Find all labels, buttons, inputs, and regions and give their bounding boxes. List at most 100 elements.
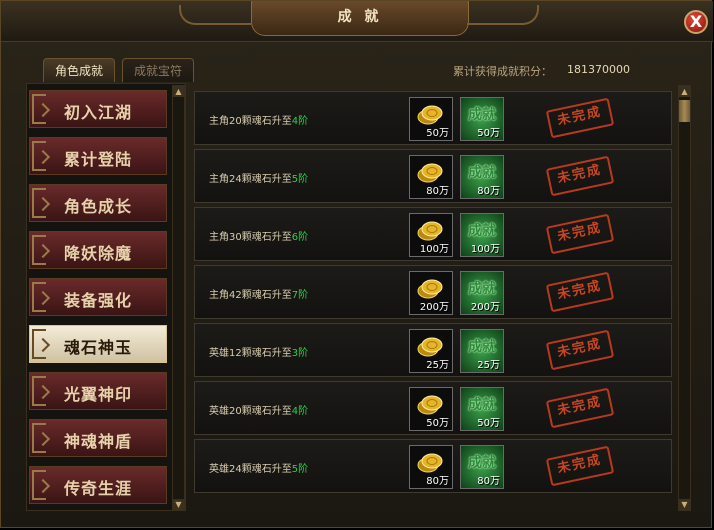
achievement-points-amount: 50万 [477,128,500,139]
gold-reward-slot[interactable]: 100万 [409,213,453,257]
category-item[interactable]: 装备强化 [29,278,167,316]
achievement-points-icon: 成就 [468,339,496,355]
achievement-points-slot[interactable]: 成就 200万 [460,271,504,315]
category-item[interactable]: 神魂神盾 [29,419,167,457]
achievement-points-slot[interactable]: 成就 25万 [460,329,504,373]
achievement-description: 主角42颗魂石升至7阶 [209,286,308,301]
achievement-points-amount: 80万 [477,186,500,197]
achievement-window: 成 就 X 角色成就 成就宝符 累计获得成就积分： 181370000 初入江湖… [0,0,713,528]
category-label: 魂石神玉 [64,338,133,357]
achievement-text: 主角42颗魂石升至 [209,290,292,301]
achievement-level: 3阶 [291,348,309,359]
category-label: 装备强化 [64,291,133,310]
achievement-description: 英雄20颗魂石升至4阶 [209,402,308,417]
gold-coin-icon [417,103,445,125]
achievement-level: 4阶 [291,406,309,417]
category-item[interactable]: 传奇生涯 [29,466,167,504]
category-label: 初入江湖 [64,103,133,122]
category-label: 角色成长 [64,197,133,216]
achievement-row: 主角30颗魂石升至6阶 100万 成就 100万 未完成 [194,207,672,261]
bracket-arrow-icon [32,235,46,265]
category-item[interactable]: 魂石神玉 [29,325,167,363]
scroll-up-icon[interactable]: ▲ [173,86,184,97]
achievement-points-icon: 成就 [468,281,496,297]
scroll-up-icon[interactable]: ▲ [679,86,690,97]
achievement-level: 7阶 [291,290,309,301]
score-value: 181370000 [567,63,630,76]
gold-coin-icon [417,277,445,299]
status-stamp: 未完成 [545,271,615,313]
achievement-points-icon: 成就 [468,223,496,239]
bracket-arrow-icon [32,282,46,312]
scroll-down-icon[interactable]: ▼ [679,499,690,510]
category-item[interactable]: 角色成长 [29,184,167,222]
achievement-row: 主角20颗魂石升至4阶 50万 成就 50万 未完成 [194,91,672,145]
category-item[interactable]: 初入江湖 [29,90,167,128]
achievement-row: 英雄24颗魂石升至5阶 80万 成就 80万 未完成 [194,439,672,493]
achievement-row: 英雄20颗魂石升至4阶 50万 成就 50万 未完成 [194,381,672,435]
achievement-text: 主角30颗魂石升至 [209,232,292,243]
achievement-description: 主角30颗魂石升至6阶 [209,228,308,243]
gold-amount: 200万 [419,302,449,313]
status-stamp: 未完成 [545,155,615,197]
gold-reward-slot[interactable]: 200万 [409,271,453,315]
category-item[interactable]: 光翼神印 [29,372,167,410]
achievement-points-amount: 25万 [477,360,500,371]
status-stamp: 未完成 [545,329,615,371]
title-ornament-right [467,5,539,25]
achievement-row: 主角24颗魂石升至5阶 80万 成就 80万 未完成 [194,149,672,203]
gold-amount: 25万 [426,360,449,371]
achievement-text: 主角24颗魂石升至 [209,174,292,185]
close-icon[interactable]: X [684,10,708,34]
title-bar[interactable]: 成 就 X [1,1,713,42]
gold-reward-slot[interactable]: 80万 [409,445,453,489]
scroll-thumb[interactable] [679,100,690,122]
achievement-text: 主角20颗魂石升至 [209,116,292,127]
achievement-points-amount: 200万 [470,302,500,313]
bracket-arrow-icon [32,423,46,453]
gold-reward-slot[interactable]: 50万 [409,387,453,431]
category-scrollbar[interactable]: ▲ ▼ [172,85,185,511]
achievement-points-amount: 50万 [477,418,500,429]
window-title: 成 就 [251,1,469,36]
title-ornament-left [179,5,251,25]
achievement-points-slot[interactable]: 成就 50万 [460,387,504,431]
gold-reward-slot[interactable]: 50万 [409,97,453,141]
achievement-row: 主角42颗魂石升至7阶 200万 成就 200万 未完成 [194,265,672,319]
category-label: 光翼神印 [64,385,133,404]
achievement-points-slot[interactable]: 成就 80万 [460,445,504,489]
gold-reward-slot[interactable]: 80万 [409,155,453,199]
gold-amount: 50万 [426,418,449,429]
achievement-points-icon: 成就 [468,165,496,181]
gold-reward-slot[interactable]: 25万 [409,329,453,373]
gold-amount: 80万 [426,186,449,197]
scroll-down-icon[interactable]: ▼ [173,499,184,510]
tab-achievement-talisman[interactable]: 成就宝符 [122,58,194,82]
achievement-scrollbar[interactable]: ▲ ▼ [678,85,691,511]
tab-role-achievements[interactable]: 角色成就 [43,58,115,82]
bracket-arrow-icon [32,376,46,406]
achievement-points-slot[interactable]: 成就 80万 [460,155,504,199]
achievement-points-slot[interactable]: 成就 100万 [460,213,504,257]
achievement-description: 英雄24颗魂石升至5阶 [209,460,308,475]
bracket-arrow-icon [32,188,46,218]
achievement-points-icon: 成就 [468,107,496,123]
bracket-arrow-icon [32,141,46,171]
status-stamp: 未完成 [545,97,615,139]
gold-amount: 80万 [426,476,449,487]
achievement-description: 主角20颗魂石升至4阶 [209,112,308,127]
status-stamp: 未完成 [545,445,615,487]
achievement-points-icon: 成就 [468,455,496,471]
category-item[interactable]: 累计登陆 [29,137,167,175]
gold-amount: 50万 [426,128,449,139]
gold-coin-icon [417,161,445,183]
achievement-points-icon: 成就 [468,397,496,413]
category-item[interactable]: 降妖除魔 [29,231,167,269]
bracket-arrow-icon [32,470,46,500]
category-label: 传奇生涯 [64,479,133,498]
category-label: 降妖除魔 [64,244,133,263]
category-label: 神魂神盾 [64,432,133,451]
achievement-points-amount: 80万 [477,476,500,487]
achievement-description: 英雄12颗魂石升至3阶 [209,344,308,359]
achievement-points-slot[interactable]: 成就 50万 [460,97,504,141]
